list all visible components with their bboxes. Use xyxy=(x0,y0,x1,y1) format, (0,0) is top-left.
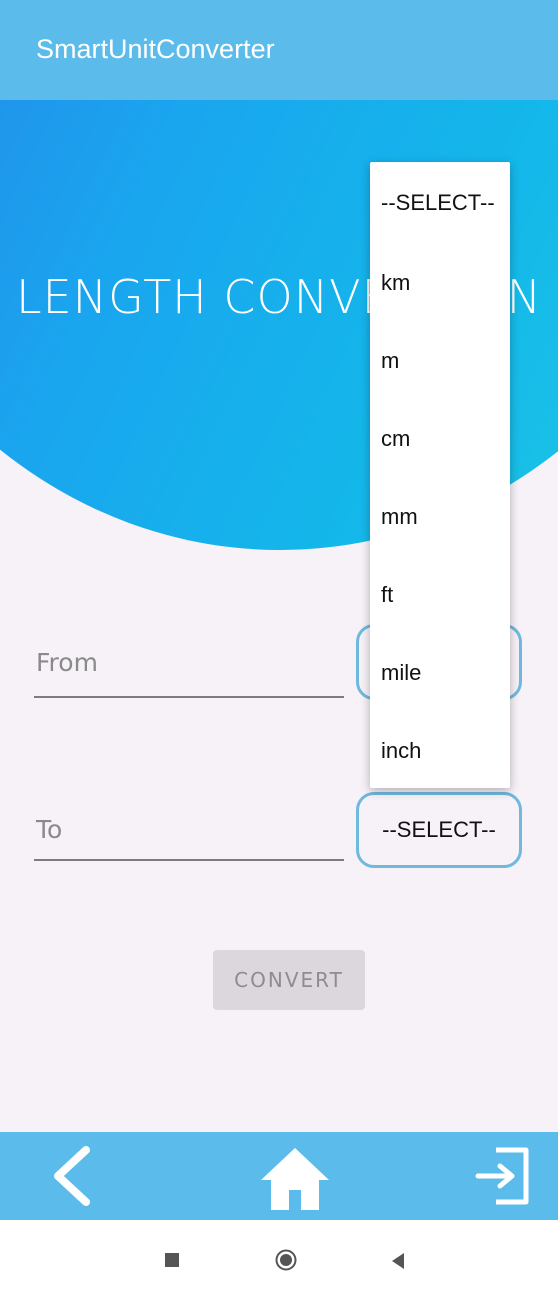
from-input[interactable]: From xyxy=(36,648,98,677)
dropdown-option-km[interactable]: km xyxy=(370,244,510,322)
dropdown-option-inch[interactable]: inch xyxy=(370,712,510,790)
dropdown-option-select[interactable]: --SELECT-- xyxy=(370,162,510,244)
home-circle-icon[interactable] xyxy=(275,1249,297,1271)
to-unit-spinner[interactable]: --SELECT-- xyxy=(356,792,522,868)
convert-button[interactable]: CONVERT xyxy=(213,950,365,1010)
app-bar: SmartUnitConverter xyxy=(0,0,558,100)
to-input-underline xyxy=(34,859,344,861)
bottom-nav-bar xyxy=(0,1132,558,1220)
app-title: SmartUnitConverter xyxy=(36,34,275,64)
back-chevron-icon[interactable] xyxy=(44,1144,100,1208)
back-triangle-icon[interactable] xyxy=(390,1252,406,1270)
dropdown-option-cm[interactable]: cm xyxy=(370,400,510,478)
recent-apps-icon[interactable] xyxy=(164,1252,180,1268)
dropdown-option-m[interactable]: m xyxy=(370,322,510,400)
dropdown-option-ft[interactable]: ft xyxy=(370,556,510,634)
home-icon[interactable] xyxy=(259,1144,331,1212)
system-nav-bar xyxy=(0,1220,558,1300)
from-input-underline xyxy=(34,696,344,698)
dropdown-option-mm[interactable]: mm xyxy=(370,478,510,556)
dropdown-option-mile[interactable]: mile xyxy=(370,634,510,712)
unit-dropdown-menu: --SELECT-- km m cm mm ft mile inch xyxy=(370,162,510,788)
to-input[interactable]: To xyxy=(36,815,62,844)
logout-icon[interactable] xyxy=(472,1142,536,1210)
